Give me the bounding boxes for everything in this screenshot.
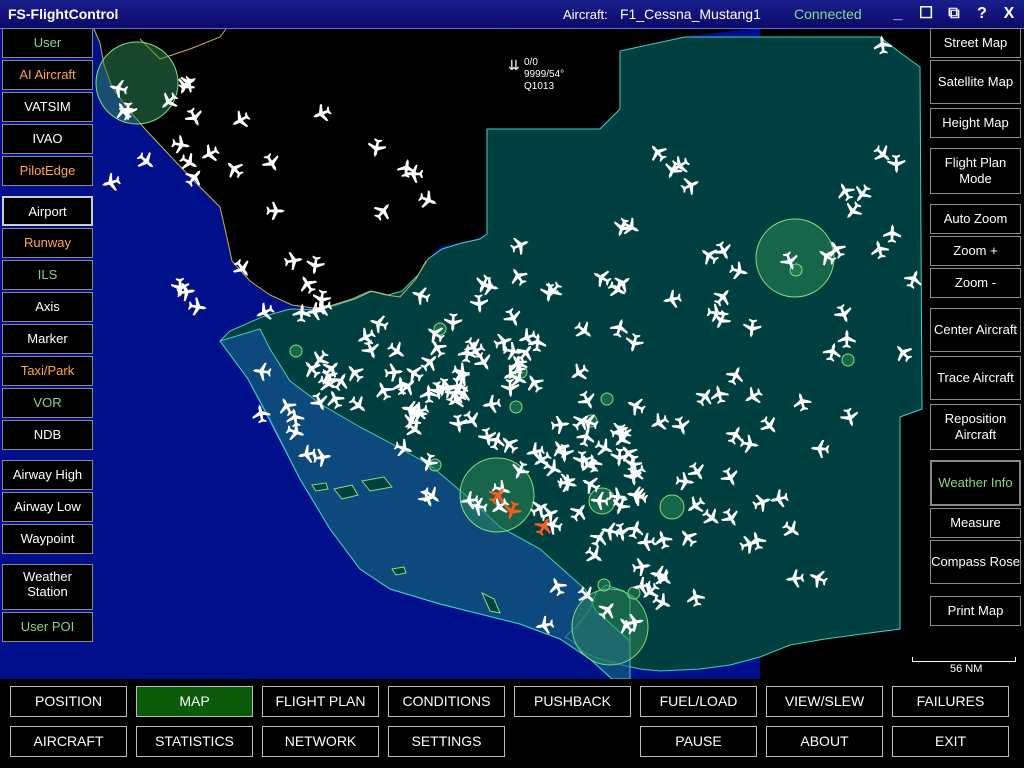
compass-rose-button[interactable]: Compass Rose [930,540,1021,584]
street-map-button[interactable]: Street Map [930,28,1021,58]
aircraft-name: F1_Cessna_Mustang1 [620,6,761,22]
toggle-taxi-park[interactable]: Taxi/Park [2,356,93,386]
toggle-waypoint[interactable]: Waypoint [2,524,93,554]
tab-view-slew[interactable]: VIEW/SLEW [766,686,883,717]
measure-button[interactable]: Measure [930,508,1021,538]
tab-statistics[interactable]: STATISTICS [136,726,253,757]
toggle-ils[interactable]: ILS [2,260,93,290]
restore-icon[interactable]: ⧉ [944,4,964,24]
toggle-runway[interactable]: Runway [2,228,93,258]
weather-info-button[interactable]: Weather Info [930,460,1021,506]
map-scale-label: 56 NM [950,663,983,675]
title-bar: FS-FlightControl Aircraft: F1_Cessna_Mus… [0,0,1024,29]
height-map-button[interactable]: Height Map [930,108,1021,138]
toggle-airport[interactable]: Airport [2,196,93,226]
map-scale-bar [912,657,1016,662]
wind-readout: ⇊ 0/0 9999/54° Q1013 [508,57,564,93]
toggle-pilotedge[interactable]: PilotEdge [2,156,93,186]
tab-position[interactable]: POSITION [10,686,127,717]
zoom-in-button[interactable]: Zoom + [930,236,1021,266]
app-title: FS-FlightControl [8,6,119,22]
toggle-airway-low[interactable]: Airway Low [2,492,93,522]
tab-pushback[interactable]: PUSHBACK [514,686,631,717]
trace-aircraft-button[interactable]: Trace Aircraft [930,356,1021,400]
wind-line-2: 9999/54° [524,69,565,80]
toggle-axis[interactable]: Axis [2,292,93,322]
connection-status: Connected [794,6,862,22]
pause-button[interactable]: PAUSE [640,726,757,757]
tab-fuel-load[interactable]: FUEL/LOAD [640,686,757,717]
auto-zoom-button[interactable]: Auto Zoom [930,204,1021,234]
tab-map[interactable]: MAP [136,686,253,717]
map-canvas [0,29,1024,679]
maximize-icon[interactable]: ☐ [916,4,936,24]
tab-conditions[interactable]: CONDITIONS [388,686,505,717]
help-icon[interactable]: ? [972,4,992,24]
tab-flight-plan[interactable]: FLIGHT PLAN [262,686,379,717]
toggle-vatsim[interactable]: VATSIM [2,92,93,122]
toggle-marker[interactable]: Marker [2,324,93,354]
toggle-user-poi[interactable]: User POI [2,612,93,642]
reposition-aircraft-button[interactable]: Reposition Aircraft [930,404,1021,450]
about-button[interactable]: ABOUT [766,726,883,757]
toggle-ndb[interactable]: NDB [2,420,93,450]
exit-button[interactable]: EXIT [892,726,1009,757]
map-view[interactable]: ⇊ 0/0 9999/54° Q1013 [0,29,1024,679]
tab-settings[interactable]: SETTINGS [388,726,505,757]
wind-line-1: 0/0 [524,57,538,68]
toggle-ivao[interactable]: IVAO [2,124,93,154]
zoom-out-button[interactable]: Zoom - [930,268,1021,298]
tab-network[interactable]: NETWORK [262,726,379,757]
toggle-weather-station[interactable]: Weather Station [2,564,93,610]
satellite-map-button[interactable]: Satellite Map [930,60,1021,104]
toggle-airway-high[interactable]: Airway High [2,460,93,490]
wind-arrow-icon: ⇊ [508,57,520,73]
toggle-user[interactable]: User [2,28,93,58]
center-aircraft-button[interactable]: Center Aircraft [930,308,1021,352]
wind-line-3: Q1013 [524,81,555,92]
bottom-tab-bar: POSITION MAP FLIGHT PLAN CONDITIONS PUSH… [0,679,1024,768]
toggle-ai-aircraft[interactable]: AI Aircraft [2,60,93,90]
tab-aircraft[interactable]: AIRCRAFT [10,726,127,757]
flight-plan-mode-button[interactable]: Flight Plan Mode [930,148,1021,194]
tab-failures[interactable]: FAILURES [892,686,1009,717]
print-map-button[interactable]: Print Map [930,596,1021,626]
toggle-vor[interactable]: VOR [2,388,93,418]
close-icon[interactable]: X [999,4,1019,24]
minimize-icon[interactable]: _ [888,4,908,24]
aircraft-label: Aircraft: [563,7,608,22]
